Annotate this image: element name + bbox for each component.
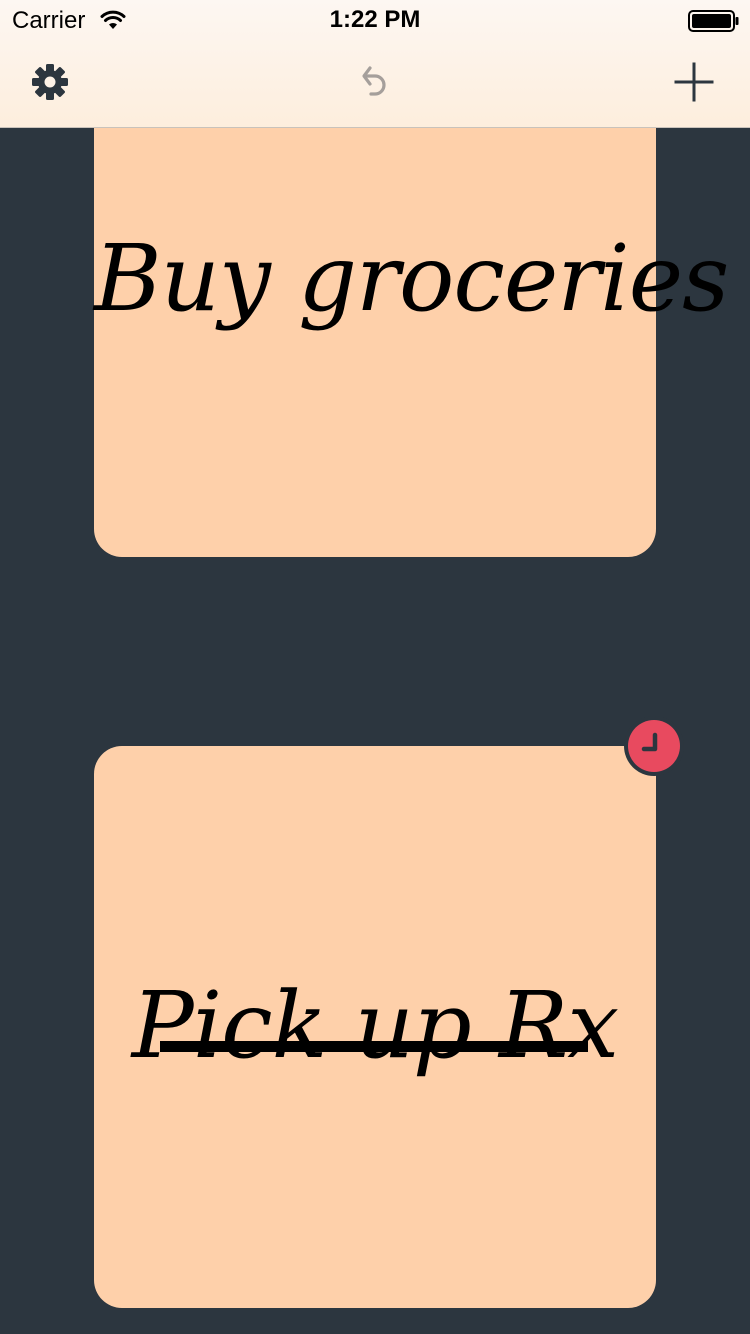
top-bar: Carrier 1:22 PM xyxy=(0,0,750,128)
status-time: 1:22 PM xyxy=(329,6,421,33)
note-card-completed[interactable]: Pick up Rx xyxy=(94,746,656,1308)
undo-icon xyxy=(362,66,386,96)
battery-icon xyxy=(688,10,739,32)
note-text: Pick up Rx xyxy=(131,972,619,1079)
note-card[interactable]: Buy groceries xyxy=(94,60,729,557)
add-note-button[interactable] xyxy=(668,56,720,108)
plus-icon xyxy=(674,62,714,102)
gear-icon xyxy=(32,64,68,100)
note-text: Buy groceries xyxy=(94,225,729,332)
strikethrough-line xyxy=(160,1041,588,1052)
reminder-badge-fill xyxy=(628,720,680,772)
undo-button[interactable] xyxy=(348,58,396,106)
settings-button[interactable] xyxy=(26,58,74,106)
status-bar: Carrier 1:22 PM xyxy=(0,0,750,40)
clock-icon xyxy=(641,732,658,752)
reminder-badge[interactable] xyxy=(624,716,684,776)
